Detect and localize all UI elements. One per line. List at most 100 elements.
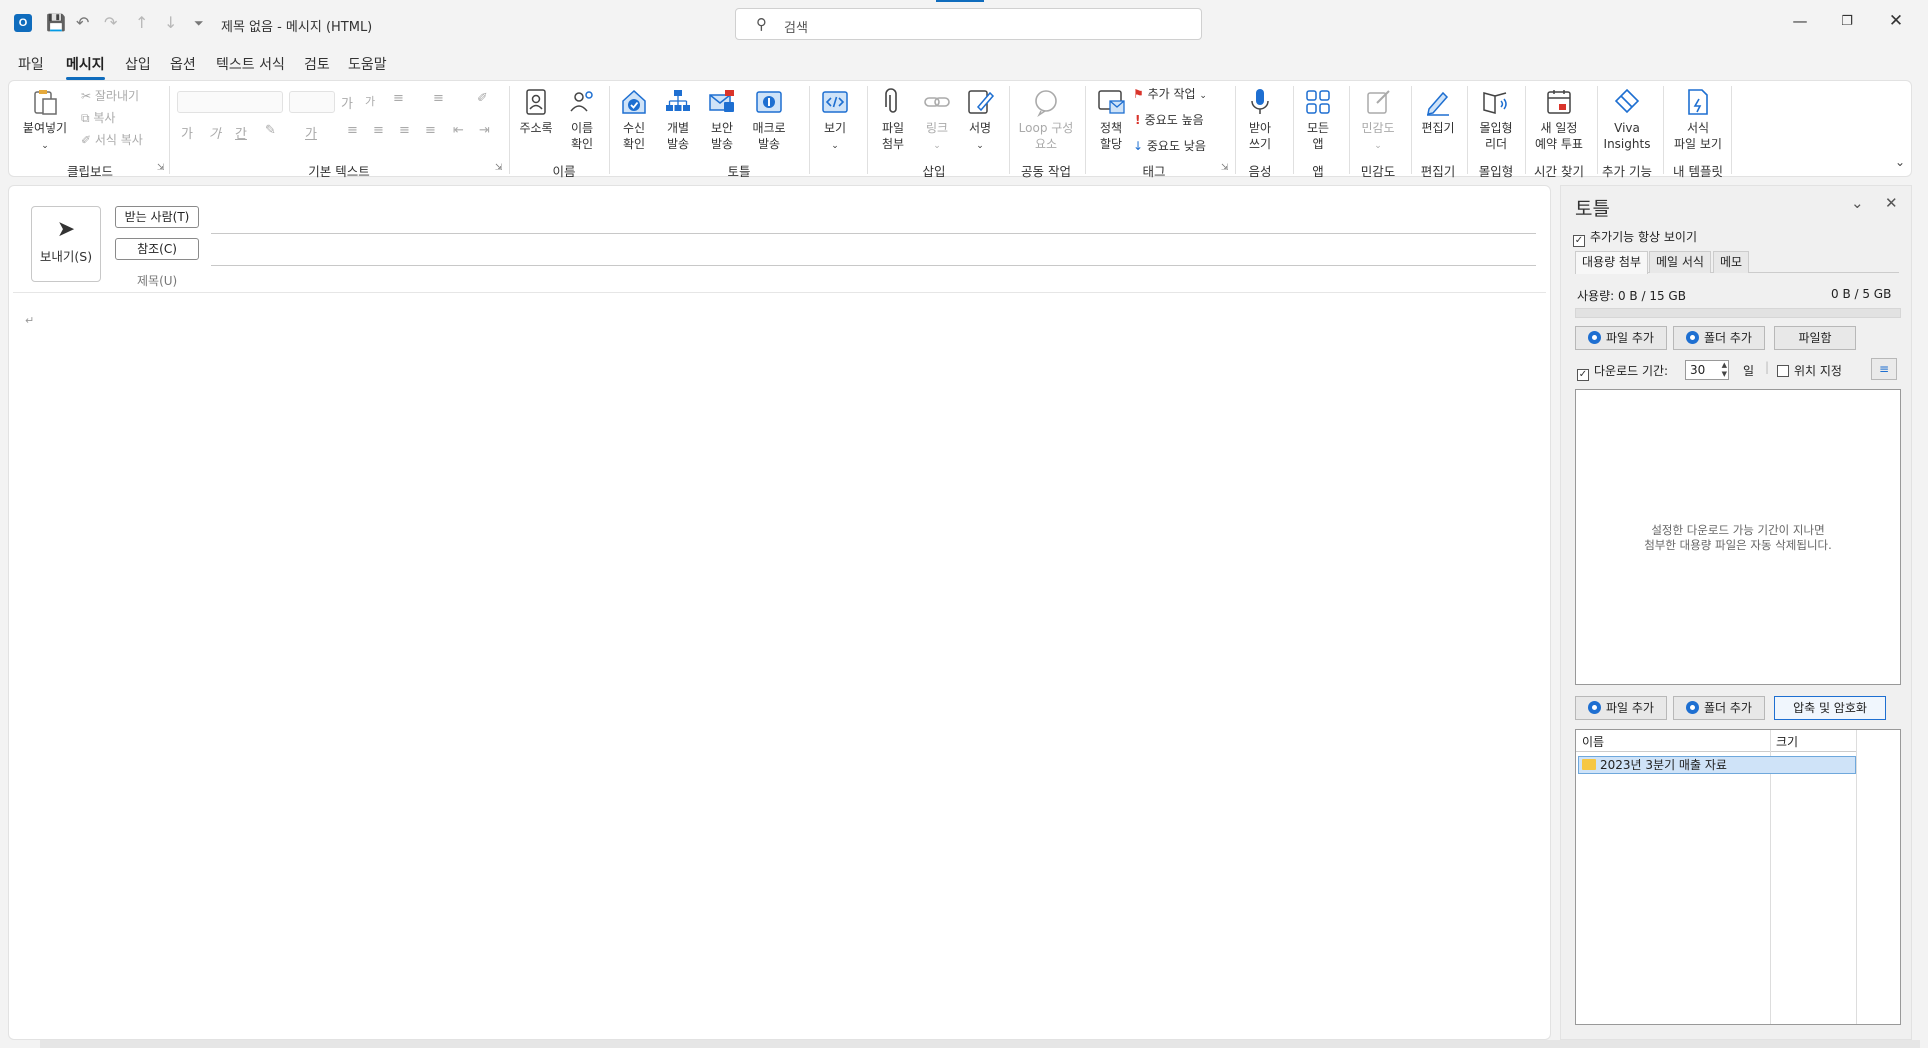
tab-options[interactable]: 옵션 xyxy=(170,54,196,74)
increase-indent-icon[interactable]: ⇥ xyxy=(479,123,490,138)
redo-icon[interactable]: ↷ xyxy=(104,13,117,32)
drop-message: 설정한 다운로드 가능 기간이 지나면 첨부한 대용량 파일은 자동 삭제됩니다… xyxy=(1576,523,1900,553)
viva-insights-button[interactable]: Viva Insights xyxy=(1601,87,1653,152)
dialog-launcher-icon[interactable]: ⇲ xyxy=(495,163,503,173)
italic-button[interactable]: 가 xyxy=(209,123,221,142)
file-box-button[interactable]: 파일함 xyxy=(1774,326,1856,350)
view-button[interactable]: 보기 ⌄ xyxy=(815,87,855,154)
restore-icon[interactable]: ❐ xyxy=(1837,14,1857,29)
grow-font-button[interactable]: 가 xyxy=(341,93,353,112)
cc-button[interactable]: 참조(C) xyxy=(115,238,199,260)
ribbon-expand-icon[interactable]: ⌄ xyxy=(1895,155,1905,169)
column-header-name[interactable]: 이름 xyxy=(1582,733,1604,750)
dialog-launcher-icon[interactable]: ⇲ xyxy=(157,163,165,173)
drop-message-line-1: 설정한 다운로드 가능 기간이 지나면 xyxy=(1651,523,1825,537)
bold-button[interactable]: 가 xyxy=(181,123,193,142)
bullets-icon[interactable]: ≡ xyxy=(393,91,404,106)
send-button[interactable]: ➤ 보내기(S) xyxy=(31,206,101,282)
align-center-icon[interactable]: ≡ xyxy=(373,123,384,138)
pane-options-chevron-icon[interactable]: ⌄ xyxy=(1851,194,1864,212)
policy-label-2: 할당 xyxy=(1099,137,1123,151)
signature-button[interactable]: 서명 ⌄ xyxy=(959,87,1001,154)
close-icon[interactable]: ✕ xyxy=(1886,11,1906,31)
editor-button[interactable]: 편집기 xyxy=(1415,87,1461,136)
cut-button[interactable]: ✂ 잘라내기 xyxy=(81,87,139,104)
message-body[interactable] xyxy=(15,302,1545,1032)
importance-high-button[interactable]: ! 중요도 높음 xyxy=(1135,111,1204,128)
align-left-icon[interactable]: ≡ xyxy=(347,123,358,138)
title-bar: O 💾 ↶ ↷ ↑ ↓ ⏷ 제목 없음 - 메시지 (HTML) ⚲ 검색 — … xyxy=(0,0,1928,46)
list-settings-icon[interactable]: ≡ xyxy=(1871,358,1897,380)
numbering-icon[interactable]: ≡ xyxy=(433,91,444,106)
undo-icon[interactable]: ↶ xyxy=(76,13,89,32)
download-days-stepper[interactable]: 30 ▲ ▼ xyxy=(1685,360,1729,380)
location-checkbox[interactable]: 위치 지정 xyxy=(1777,362,1842,379)
stepper-arrows-icon[interactable]: ▲ ▼ xyxy=(1722,361,1727,379)
compress-encrypt-button[interactable]: 압축 및 암호화 xyxy=(1774,696,1886,720)
arrow-up-icon[interactable]: ↑ xyxy=(135,13,148,32)
add-file-button[interactable]: 파일 추가 xyxy=(1575,326,1667,350)
macro-send-button[interactable]: 매크로 발송 xyxy=(745,87,793,152)
align-right-icon[interactable]: ≡ xyxy=(399,123,410,138)
add-folder-button-2[interactable]: 폴더 추가 xyxy=(1673,696,1765,720)
minimize-icon[interactable]: — xyxy=(1790,12,1810,30)
importance-low-button[interactable]: ↓ 중요도 낮음 xyxy=(1133,137,1206,154)
paste-button[interactable]: 붙여넣기 ⌄ xyxy=(19,87,71,154)
individual-send-button[interactable]: 개별 발송 xyxy=(657,87,699,152)
column-header-size[interactable]: 크기 xyxy=(1776,733,1798,750)
all-apps-button[interactable]: 모든 앱 xyxy=(1297,87,1339,152)
secure-send-button[interactable]: 보안 발송 xyxy=(701,87,743,152)
font-name-select[interactable] xyxy=(177,91,283,113)
receipt-button[interactable]: 수신 확인 xyxy=(613,87,655,152)
tab-large-attach[interactable]: 대용량 첨부 xyxy=(1575,251,1649,274)
tab-mail-format[interactable]: 메일 서식 xyxy=(1649,251,1711,273)
address-book-button[interactable]: 주소록 xyxy=(515,87,557,136)
tab-insert[interactable]: 삽입 xyxy=(125,54,151,74)
scheduling-poll-button[interactable]: 새 일정 예약 투표 xyxy=(1529,87,1589,152)
to-button[interactable]: 받는 사람(T) xyxy=(115,206,199,228)
customize-toolbar-icon[interactable]: ⏷ xyxy=(194,16,204,31)
tab-format-text[interactable]: 텍스트 서식 xyxy=(216,54,285,74)
format-painter-button[interactable]: ✐ 서식 복사 xyxy=(81,131,143,148)
sensitivity-button[interactable]: 민감도 ⌄ xyxy=(1353,87,1403,154)
copy-button[interactable]: ⧉ 복사 xyxy=(81,109,115,126)
add-file-button-2[interactable]: 파일 추가 xyxy=(1575,696,1667,720)
always-show-checkbox[interactable]: ✓ 추가기능 항상 보이기 xyxy=(1573,228,1697,247)
list-item[interactable]: 2023년 3분기 매출 자료 xyxy=(1578,756,1856,774)
importance-high-label: 중요도 높음 xyxy=(1144,113,1204,127)
font-color-button[interactable]: 가 xyxy=(305,123,317,142)
loop-component-button[interactable]: Loop 구성 요소 xyxy=(1013,87,1079,152)
check-names-button[interactable]: 이름 확인 xyxy=(561,87,603,152)
tab-review[interactable]: 검토 xyxy=(304,54,330,74)
secure-send-label-2: 발송 xyxy=(710,137,734,151)
view-templates-button[interactable]: 서식 파일 보기 xyxy=(1667,87,1729,152)
pane-close-icon[interactable]: ✕ xyxy=(1885,194,1898,212)
follow-up-button[interactable]: ⚑ 추가 작업 ⌄ xyxy=(1133,85,1207,102)
policy-assign-button[interactable]: 정책 할당 xyxy=(1089,87,1133,152)
add-folder-button[interactable]: 폴더 추가 xyxy=(1673,326,1765,350)
attach-file-button[interactable]: 파일 첨부 xyxy=(871,87,915,152)
clear-format-icon[interactable]: ✐ xyxy=(477,91,488,106)
underline-button[interactable]: 간 xyxy=(235,123,247,142)
arrow-down-icon[interactable]: ↓ xyxy=(164,13,177,32)
search-input[interactable]: ⚲ 검색 xyxy=(735,8,1202,40)
tab-message[interactable]: 메시지 xyxy=(66,54,105,80)
usage-progress-bar xyxy=(1575,308,1901,318)
immersive-reader-button[interactable]: 몰입형 리더 xyxy=(1471,87,1521,152)
subject-field[interactable] xyxy=(211,286,1536,300)
file-drop-area[interactable]: 설정한 다운로드 가능 기간이 지나면 첨부한 대용량 파일은 자동 삭제됩니다… xyxy=(1575,389,1901,685)
highlight-icon[interactable]: ✎ xyxy=(265,123,276,138)
font-size-select[interactable] xyxy=(289,91,335,113)
tab-file[interactable]: 파일 xyxy=(18,54,44,74)
link-button[interactable]: 링크 ⌄ xyxy=(917,87,957,154)
cc-field[interactable] xyxy=(211,265,1536,266)
download-period-checkbox[interactable]: ✓ 다운로드 기간: xyxy=(1577,362,1668,381)
dictate-button[interactable]: 받아 쓰기 xyxy=(1239,87,1281,152)
tab-help[interactable]: 도움말 xyxy=(348,54,387,74)
save-icon[interactable]: 💾 xyxy=(46,13,66,32)
shrink-font-button[interactable]: 가 xyxy=(365,93,375,109)
to-field[interactable] xyxy=(211,233,1536,234)
tab-memo[interactable]: 메모 xyxy=(1713,251,1750,273)
decrease-indent-icon[interactable]: ⇤ xyxy=(453,123,464,138)
justify-icon[interactable]: ≡ xyxy=(425,123,436,138)
